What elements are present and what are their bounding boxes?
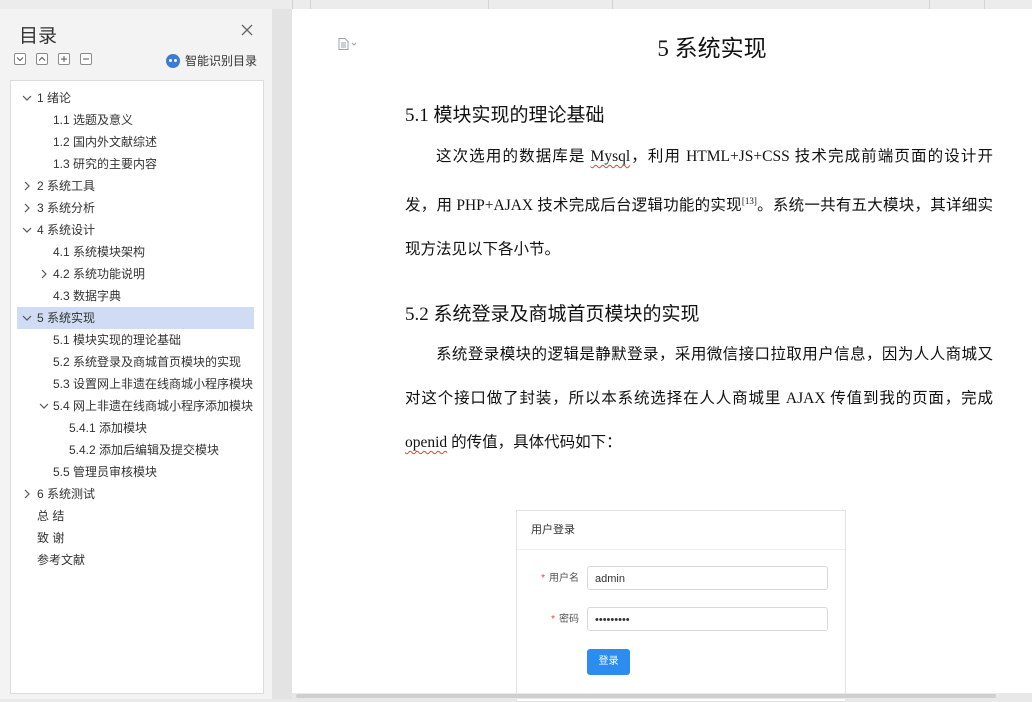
- expand-all-icon[interactable]: [14, 53, 26, 65]
- toc-item[interactable]: 1.2 国内外文献综述: [11, 131, 263, 153]
- username-label: * 用户名: [517, 566, 579, 592]
- close-icon[interactable]: [240, 23, 254, 37]
- toc-item-label: 5.4 网上非遗在线商城小程序添加模块: [53, 399, 254, 413]
- toc-item[interactable]: 5.3 设置网上非遗在线商城小程序模块: [11, 373, 263, 395]
- toc-tree: 1 绪论 1.1 选题及意义 1.2 国内外文献综述 1.3 研究的主要内容 2 系统工…: [10, 80, 264, 694]
- toc-item[interactable]: 1.1 选题及意义: [11, 109, 263, 131]
- toc-item-label: 5.1 模块实现的理论基础: [53, 333, 182, 347]
- toc-item-label: 4 系统设计: [37, 223, 96, 237]
- toc-item-label: 1.2 国内外文献综述: [53, 135, 158, 149]
- toolbar-divider: [929, 0, 930, 9]
- toc-item-label: 5.5 管理员审核模块: [53, 465, 158, 479]
- citation[interactable]: [13]: [742, 196, 757, 206]
- toc-item-label: 5.4.2 添加后编辑及提交模块: [69, 443, 220, 457]
- toc-item-label: 1.1 选题及意义: [53, 113, 134, 127]
- toc-sidebar: 目录 智能识别目录 1 绪论 1.1 选题及意义 1.2 国内外文献综述 1.3 研究…: [0, 9, 273, 699]
- toc-item[interactable]: 1 绪论: [11, 87, 263, 109]
- password-label: * 密码: [517, 607, 579, 633]
- chevron-right-icon[interactable]: [21, 197, 33, 219]
- toc-item-label: 6 系统测试: [37, 487, 96, 501]
- toc-item-label: 4.2 系统功能说明: [53, 267, 146, 281]
- section-heading: 5.1 模块实现的理论基础: [405, 105, 605, 126]
- section-paragraph: 这次选用的数据库是 Mysql，利用 HTML+JS+CSS 技术完成前端页面的…: [405, 135, 993, 272]
- login-form-header: 用户登录: [517, 511, 845, 550]
- toc-item-label: 5.4.1 添加模块: [69, 421, 148, 435]
- document-page: 5 系统实现 5.1 模块实现的理论基础 这次选用的数据库是 Mysql，利用 …: [292, 9, 1032, 702]
- toc-item-label: 4.3 数据字典: [53, 289, 122, 303]
- toc-item-label: 1 绪论: [37, 91, 72, 105]
- collapse-all-icon[interactable]: [36, 53, 48, 65]
- login-form-figure[interactable]: 用户登录 * 用户名 admin * 密码 ••••••••• 登录: [516, 510, 846, 702]
- toc-item-label: 4.1 系统模块架构: [53, 245, 146, 259]
- toc-item[interactable]: 1.3 研究的主要内容: [11, 153, 263, 175]
- toc-item-label: 总 结: [37, 509, 65, 523]
- toc-item[interactable]: 5.1 模块实现的理论基础: [11, 329, 263, 351]
- toc-item[interactable]: 6 系统测试: [11, 483, 263, 505]
- text-run: 系统登录模块的逻辑是静默登录，采用微信接口拉取用户信息，因为人人商城又对这个接口…: [405, 346, 993, 407]
- toc-item-label: 2 系统工具: [37, 179, 96, 193]
- toc-item[interactable]: 5.5 管理员审核模块: [11, 461, 263, 483]
- toc-item[interactable]: 4.3 数据字典: [11, 285, 263, 307]
- username-input: admin: [587, 566, 828, 590]
- chevron-down-icon[interactable]: [21, 87, 33, 109]
- toc-item[interactable]: 5.2 系统登录及商城首页模块的实现: [11, 351, 263, 373]
- toc-title: 目录: [19, 26, 58, 47]
- toolbar-divider: [612, 0, 613, 9]
- spellcheck-word[interactable]: openid: [405, 434, 447, 451]
- required-mark: *: [541, 573, 545, 584]
- chevron-right-icon[interactable]: [21, 175, 33, 197]
- toc-item[interactable]: 4.2 系统功能说明: [11, 263, 263, 285]
- toc-item[interactable]: 4.1 系统模块架构: [11, 241, 263, 263]
- toolbar-divider: [488, 0, 489, 9]
- toc-item-label: 5 系统实现: [37, 311, 96, 325]
- password-label-text: 密码: [559, 614, 579, 625]
- chapter-title: 5 系统实现: [657, 36, 767, 61]
- toc-item[interactable]: 5.4.2 添加后编辑及提交模块: [11, 439, 263, 461]
- toc-item[interactable]: 总 结: [11, 505, 263, 527]
- section-paragraph: 系统登录模块的逻辑是静默登录，采用微信接口拉取用户信息，因为人人商城又对这个接口…: [405, 333, 993, 465]
- password-row: * 密码 •••••••••: [517, 607, 845, 633]
- toc-item[interactable]: 5 系统实现: [17, 307, 254, 329]
- toc-item[interactable]: 3 系统分析: [11, 197, 263, 219]
- toc-item-label: 参考文献: [37, 553, 86, 567]
- username-row: * 用户名 admin: [517, 566, 845, 592]
- toc-item-label: 1.3 研究的主要内容: [53, 157, 158, 171]
- required-mark: *: [551, 614, 555, 625]
- chevron-down-icon[interactable]: [38, 395, 50, 417]
- toc-item-label: 5.2 系统登录及商城首页模块的实现: [53, 355, 242, 369]
- username-label-text: 用户名: [549, 573, 579, 584]
- chevron-right-icon[interactable]: [21, 483, 33, 505]
- smart-toc-button[interactable]: 智能识别目录: [166, 52, 257, 69]
- toc-item-label: 5.3 设置网上非遗在线商城小程序模块: [53, 377, 254, 391]
- toc-toolbar: [14, 53, 92, 67]
- text-run: 的传值，具体代码如下：: [447, 434, 622, 451]
- add-entry-icon[interactable]: [58, 53, 70, 65]
- spellcheck-word[interactable]: Mysql: [591, 148, 631, 165]
- text-run: 这次选用的数据库是: [436, 148, 591, 165]
- horizontal-scrollbar[interactable]: [292, 693, 1032, 699]
- toc-item[interactable]: 4 系统设计: [11, 219, 263, 241]
- toc-item[interactable]: 5.4.1 添加模块: [11, 417, 263, 439]
- toc-item[interactable]: 致 谢: [11, 527, 263, 549]
- remove-entry-icon[interactable]: [80, 53, 92, 65]
- pane-splitter[interactable]: [272, 9, 292, 699]
- toc-item[interactable]: 5.4 网上非遗在线商城小程序添加模块: [11, 395, 263, 417]
- toc-item[interactable]: 2 系统工具: [11, 175, 263, 197]
- chevron-down-icon[interactable]: [21, 219, 33, 241]
- chevron-down-icon[interactable]: [21, 307, 33, 329]
- smart-toc-label: 智能识别目录: [185, 54, 258, 68]
- scrollbar-thumb[interactable]: [296, 694, 996, 698]
- toc-item-label: 致 谢: [37, 531, 65, 545]
- login-button: 登录: [587, 649, 630, 675]
- section-heading: 5.2 系统登录及商城首页模块的实现: [405, 304, 700, 325]
- ai-icon: [166, 53, 180, 68]
- toolbar-divider: [310, 0, 311, 9]
- toolbar-divider: [292, 0, 293, 9]
- password-input: •••••••••: [587, 607, 828, 631]
- toc-item-label: 3 系统分析: [37, 201, 96, 215]
- toc-item[interactable]: 参考文献: [11, 549, 263, 571]
- toolbar-divider: [984, 0, 985, 9]
- chevron-right-icon[interactable]: [38, 263, 50, 285]
